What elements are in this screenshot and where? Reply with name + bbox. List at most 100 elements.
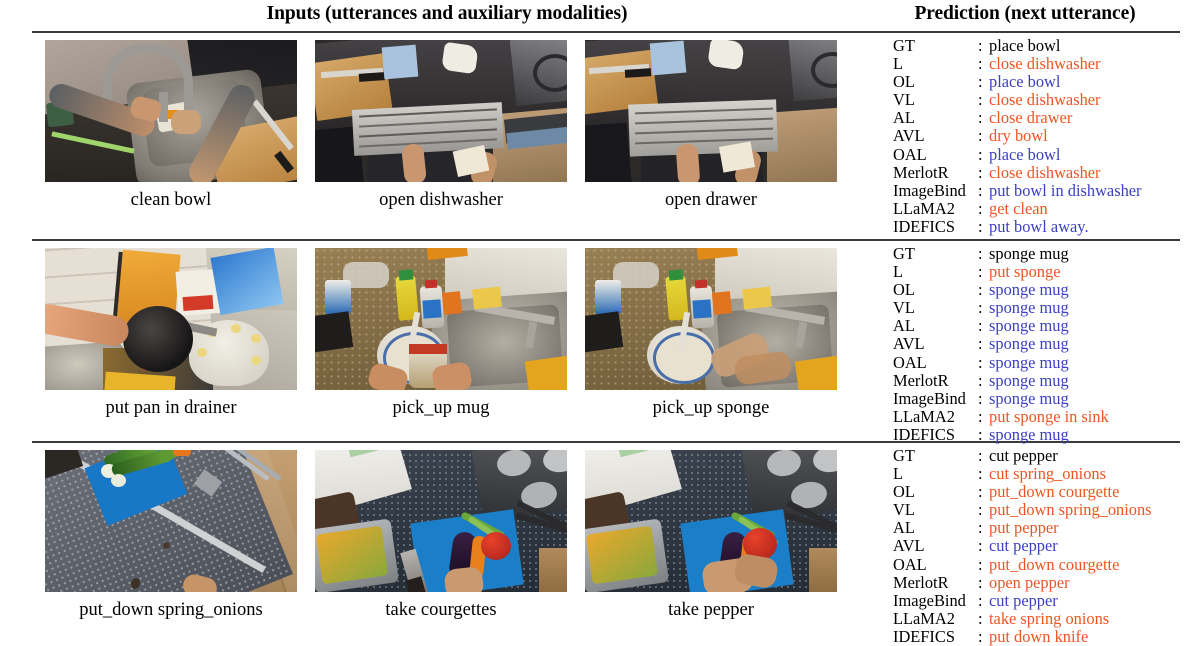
scene-thumbnail-clean-bowl: [45, 40, 297, 182]
prediction-text: put bowl away.: [989, 216, 1089, 236]
prediction-list: GT: cut pepper L: cut spring_onions OL: put…: [893, 446, 1193, 646]
prediction-text: open pepper: [989, 572, 1070, 592]
scene-thumbnail-take-pepper: [585, 450, 837, 592]
colon: :: [978, 216, 983, 236]
input-cell: pick_up sponge: [585, 248, 837, 418]
prediction-text: sponge mug: [989, 424, 1069, 444]
prediction-row: IDEFICS: put bowl away.: [893, 216, 1193, 236]
prediction-text: sponge mug: [989, 298, 1069, 318]
utterance-caption: open dishwasher: [379, 190, 503, 210]
model-label: AL: [893, 108, 915, 128]
prediction-row: GT: place bowl: [893, 36, 1193, 55]
prediction-text: cut pepper: [989, 590, 1058, 610]
prediction-text: sponge mug: [989, 316, 1069, 336]
colon: :: [978, 126, 983, 146]
colon: :: [978, 388, 983, 408]
prediction-text: place bowl: [989, 72, 1061, 92]
inputs-column-header: Inputs (utterances and auxiliary modalit…: [266, 3, 628, 24]
colon: :: [978, 162, 983, 182]
colon: :: [978, 518, 983, 538]
input-cell: clean bowl: [45, 40, 297, 210]
model-label: LLaMA2: [893, 406, 955, 426]
model-label: L: [893, 54, 904, 74]
colon: :: [978, 572, 983, 592]
prediction-row: OAL: put_down courgette: [893, 554, 1193, 574]
model-label: LLaMA2: [893, 608, 955, 628]
model-label: MerlotR: [893, 162, 949, 182]
prediction-row: OL: place bowl: [893, 73, 1193, 91]
prediction-row: AVL: dry bowl: [893, 127, 1193, 145]
prediction-text: put sponge: [989, 262, 1061, 282]
model-label: LLaMA2: [893, 198, 955, 218]
prediction-row: ImageBind: cut pepper: [893, 590, 1193, 610]
model-label: ImageBind: [893, 180, 966, 200]
column-headers: Inputs (utterances and auxiliary modalit…: [0, 0, 1200, 31]
prediction-row: OL: sponge mug: [893, 281, 1193, 299]
prediction-text: sponge mug: [989, 244, 1069, 263]
prediction-text: sponge mug: [989, 388, 1069, 408]
prediction-row: LLaMA2: get clean: [893, 198, 1193, 218]
input-cell: open dishwasher: [315, 40, 567, 210]
figure-root: Inputs (utterances and auxiliary modalit…: [0, 0, 1200, 646]
prediction-row: L: cut spring_onions: [893, 464, 1193, 484]
prediction-row: MerlotR: open pepper: [893, 572, 1193, 592]
colon: :: [978, 244, 983, 263]
colon: :: [978, 108, 983, 128]
prediction-row: AVL: sponge mug: [893, 335, 1193, 353]
model-label: OAL: [893, 144, 927, 164]
utterance-caption: put pan in drainer: [105, 398, 237, 418]
colon: :: [978, 554, 983, 574]
prediction-text: get clean: [989, 198, 1048, 218]
colon: :: [978, 608, 983, 628]
model-label: VL: [893, 298, 915, 318]
prediction-text: sponge mug: [989, 352, 1069, 372]
prediction-row: IDEFICS: sponge mug: [893, 424, 1193, 444]
scene-thumbnail-open-drawer: [585, 40, 837, 182]
prediction-row: L: put sponge: [893, 262, 1193, 282]
prediction-text: put down knife: [989, 626, 1089, 646]
model-label: OL: [893, 280, 915, 300]
model-label: OL: [893, 72, 915, 92]
prediction-text: close dishwasher: [989, 54, 1101, 74]
scene-thumbnail-pick-up-mug: [315, 248, 567, 390]
input-cell: take courgettes: [315, 450, 567, 620]
prediction-row: GT: cut pepper: [893, 446, 1193, 465]
colon: :: [978, 54, 983, 74]
prediction-text: dry bowl: [989, 126, 1048, 146]
input-cell: put_down spring_onions: [45, 450, 297, 620]
model-label: MerlotR: [893, 370, 949, 390]
prediction-text: put_down courgette: [989, 554, 1120, 574]
colon: :: [978, 90, 983, 110]
prediction-row: AL: close drawer: [893, 109, 1193, 127]
prediction-row: IDEFICS: put down knife: [893, 626, 1193, 646]
input-cell: open drawer: [585, 40, 837, 210]
model-label: VL: [893, 500, 915, 520]
prediction-text: put_down spring_onions: [989, 500, 1152, 520]
colon: :: [978, 262, 983, 282]
prediction-text: close dishwasher: [989, 162, 1101, 182]
prediction-text: put pepper: [989, 518, 1059, 538]
prediction-row: ImageBind: sponge mug: [893, 388, 1193, 408]
prediction-text: close drawer: [989, 108, 1073, 128]
model-label: AVL: [893, 126, 925, 146]
prediction-text: sponge mug: [989, 334, 1069, 354]
utterance-caption: take pepper: [668, 600, 754, 620]
prediction-row: VL: sponge mug: [893, 299, 1193, 317]
prediction-list: GT: place bowl L: close dishwasher OL: plac…: [893, 36, 1193, 236]
model-label: IDEFICS: [893, 626, 955, 646]
input-cell: pick_up mug: [315, 248, 567, 418]
colon: :: [978, 280, 983, 300]
utterance-caption: pick_up mug: [392, 398, 490, 418]
model-label: OAL: [893, 352, 927, 372]
model-label: IDEFICS: [893, 424, 955, 444]
prediction-row: AL: sponge mug: [893, 317, 1193, 335]
model-label: L: [893, 262, 904, 282]
prediction-row: VL: put_down spring_onions: [893, 501, 1193, 519]
colon: :: [978, 464, 983, 484]
prediction-text: put_down courgette: [989, 482, 1120, 502]
prediction-column-header: Prediction (next utterance): [914, 3, 1136, 24]
input-cell: take pepper: [585, 450, 837, 620]
model-label: L: [893, 464, 904, 484]
prediction-row: MerlotR: sponge mug: [893, 370, 1193, 390]
prediction-text: cut pepper: [989, 446, 1058, 465]
